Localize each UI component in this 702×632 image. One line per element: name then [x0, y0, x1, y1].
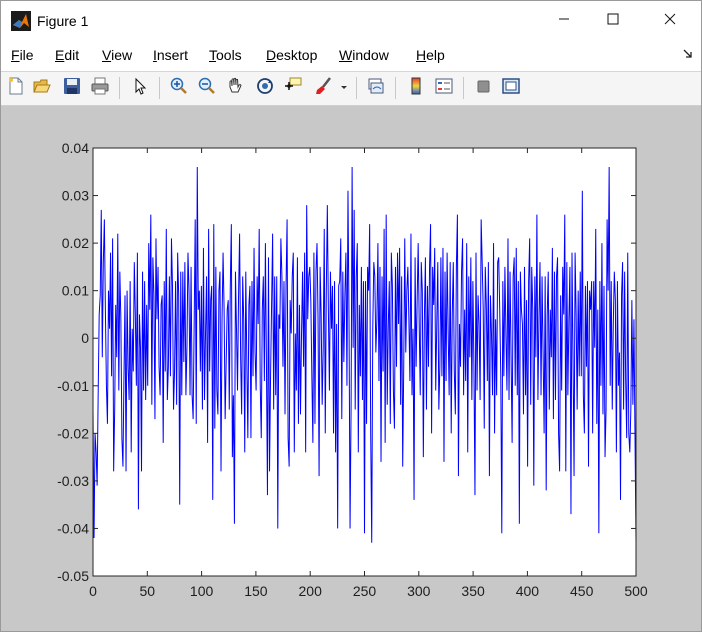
- menu-bar: File Edit View Insert Tools Desktop Wind…: [1, 40, 701, 72]
- insert-colorbar-icon: [407, 77, 425, 100]
- hide-plot-tools-icon: [474, 77, 492, 100]
- y-tick-label: 0.03: [62, 188, 89, 204]
- menu-tools-mnemonic: T: [209, 47, 216, 63]
- toolbar-separator: [395, 77, 396, 99]
- maximize-button[interactable]: [590, 1, 636, 40]
- data-cursor-icon: [284, 77, 302, 100]
- y-tick-label: -0.03: [57, 473, 89, 489]
- toolbar-separator: [119, 77, 120, 99]
- zoom-in-button[interactable]: [168, 77, 190, 99]
- y-tick-label: -0.05: [57, 568, 89, 584]
- menu-tools-label: ools: [216, 47, 242, 63]
- figure-canvas[interactable]: 0 50 100 150 200 250 300 350 400 450 500 0.04 0.03 0.…: [1, 106, 701, 631]
- edit-plot-button[interactable]: [129, 77, 151, 99]
- menu-view[interactable]: View: [102, 47, 132, 63]
- menu-window-label: indow: [352, 47, 389, 63]
- brush-dropdown-button[interactable]: [337, 77, 351, 99]
- save-icon: [63, 77, 81, 100]
- link-plot-icon: [367, 77, 385, 100]
- menu-desktop-label: esktop: [276, 47, 318, 63]
- menu-insert-label: nsert: [156, 47, 189, 63]
- insert-colorbar-button[interactable]: [405, 77, 427, 99]
- zoom-out-button[interactable]: [196, 77, 218, 99]
- hide-plot-tools-button[interactable]: [472, 77, 494, 99]
- menu-file[interactable]: File: [11, 47, 34, 63]
- menu-edit-mnemonic: E: [55, 47, 65, 63]
- menu-insert[interactable]: Insert: [153, 47, 188, 63]
- new-figure-button[interactable]: [5, 77, 27, 99]
- insert-legend-icon: [435, 77, 453, 100]
- menu-help[interactable]: Help: [416, 47, 445, 63]
- y-tick-label: 0.01: [62, 283, 89, 299]
- y-tick-label: -0.04: [57, 520, 89, 536]
- close-button[interactable]: [647, 1, 693, 40]
- rotate-3d-button[interactable]: [254, 77, 276, 99]
- zoom-in-icon: [170, 77, 188, 100]
- menu-desktop-mnemonic: D: [266, 47, 277, 63]
- close-icon: [664, 12, 676, 30]
- print-button[interactable]: [89, 77, 111, 99]
- x-tick-label: 250: [353, 583, 377, 599]
- dock-arrow-icon[interactable]: [683, 48, 693, 62]
- x-tick-label: 150: [244, 583, 268, 599]
- y-tick-label: -0.01: [57, 378, 89, 394]
- figure-toolbar: [1, 72, 701, 106]
- open-file-icon: [33, 77, 51, 100]
- x-tick-label: 200: [299, 583, 323, 599]
- data-cursor-button[interactable]: [282, 77, 304, 99]
- show-plot-tools-button[interactable]: [500, 77, 522, 99]
- window-title: Figure 1: [37, 12, 89, 29]
- matlab-logo-icon: [11, 10, 31, 31]
- menu-desktop[interactable]: Desktop: [266, 47, 317, 63]
- link-plot-button[interactable]: [365, 77, 387, 99]
- menu-view-mnemonic: V: [102, 47, 112, 63]
- minimize-button[interactable]: [541, 1, 587, 40]
- menu-help-mnemonic: H: [416, 47, 427, 63]
- x-tick-label: 350: [461, 583, 485, 599]
- menu-edit[interactable]: Edit: [55, 47, 79, 63]
- brush-button[interactable]: [312, 76, 334, 100]
- menu-window-mnemonic: W: [339, 47, 353, 63]
- x-tick-label: 400: [516, 583, 540, 599]
- edit-plot-icon: [131, 77, 149, 100]
- show-plot-tools-icon: [502, 77, 520, 100]
- minimize-icon: [558, 12, 570, 30]
- pan-icon: [226, 77, 244, 100]
- menu-file-label: ile: [19, 47, 34, 63]
- menu-view-label: iew: [111, 47, 133, 63]
- y-tick-label: 0.02: [62, 235, 89, 251]
- x-tick-label: 300: [407, 583, 431, 599]
- brush-icon: [314, 76, 332, 100]
- title-bar: Figure 1: [1, 1, 701, 40]
- maximize-icon: [607, 12, 619, 30]
- figure-window: Figure 1 File Edit View Insert Tools Des…: [0, 0, 702, 632]
- print-icon: [91, 77, 109, 100]
- open-file-button[interactable]: [31, 77, 53, 99]
- menu-window[interactable]: Window: [339, 47, 389, 63]
- insert-legend-button[interactable]: [433, 77, 455, 99]
- y-tick-label: 0.04: [62, 140, 89, 156]
- new-figure-icon: [7, 77, 25, 100]
- x-tick-label: 50: [140, 583, 156, 599]
- save-button[interactable]: [61, 77, 83, 99]
- menu-tools[interactable]: Tools: [209, 47, 242, 63]
- pan-button[interactable]: [224, 77, 246, 99]
- toolbar-separator: [356, 77, 357, 99]
- toolbar-separator: [463, 77, 464, 99]
- zoom-out-icon: [198, 77, 216, 100]
- x-tick-label: 100: [190, 583, 214, 599]
- x-tick-label: 450: [570, 583, 594, 599]
- y-tick-label: 0: [81, 330, 89, 346]
- rotate-3d-icon: [256, 77, 274, 100]
- toolbar-separator: [159, 77, 160, 99]
- x-tick-label: 0: [89, 583, 97, 599]
- line-plot: 0 50 100 150 200 250 300 350 400 450 500 0.04 0.03 0.…: [57, 140, 648, 599]
- menu-edit-label: dit: [64, 47, 80, 63]
- y-tick-label: -0.02: [57, 425, 89, 441]
- brush-dropdown-icon: [339, 79, 349, 97]
- x-tick-label: 500: [624, 583, 648, 599]
- menu-file-mnemonic: F: [11, 47, 20, 63]
- menu-help-label: elp: [426, 47, 445, 63]
